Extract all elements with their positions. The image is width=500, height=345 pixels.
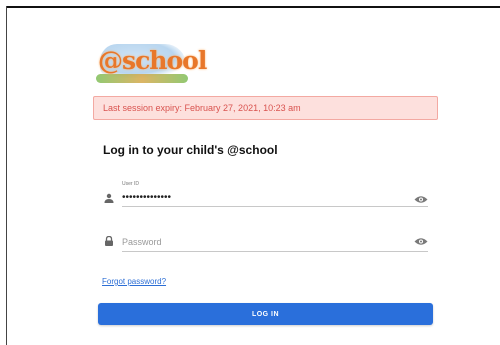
- page-title: Log in to your child's @school: [103, 143, 278, 157]
- window-border-left: [6, 6, 7, 345]
- person-icon: [104, 193, 114, 203]
- forgot-password-link[interactable]: Forgot password?: [102, 277, 166, 286]
- user-id-label: User ID: [122, 181, 139, 187]
- school-logo: @school: [96, 42, 207, 86]
- password-underline: [122, 251, 428, 252]
- session-expiry-alert: Last session expiry: February 27, 2021, …: [93, 96, 438, 120]
- session-expiry-text: Last session expiry: February 27, 2021, …: [103, 103, 301, 113]
- password-input[interactable]: Password: [122, 237, 162, 247]
- eye-icon[interactable]: [414, 237, 428, 246]
- logo-text: @school: [98, 46, 207, 75]
- login-button[interactable]: LOG IN: [98, 303, 433, 325]
- window-border-top: [6, 6, 500, 8]
- eye-icon[interactable]: [414, 195, 428, 204]
- lock-icon: [105, 236, 113, 246]
- user-id-underline: [122, 206, 428, 207]
- user-id-input[interactable]: ••••••••••••••: [122, 192, 171, 203]
